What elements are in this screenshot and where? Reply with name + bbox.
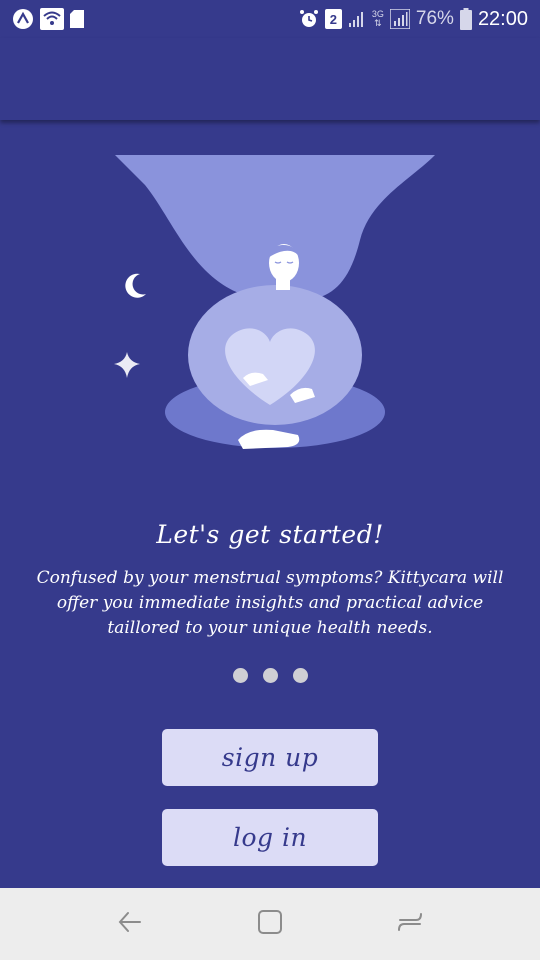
page-indicator [0,668,540,683]
wifi-icon [40,8,64,30]
onboarding-title: Let's get started! [156,520,384,549]
app-a-icon [12,8,34,30]
network-type-label: 3G [371,9,384,19]
home-button[interactable] [240,894,300,954]
back-button[interactable] [100,894,160,954]
battery-percentage: 76% [415,8,454,29]
data-arrows-icon: ⇅ [374,19,382,29]
signal-icon [348,10,366,28]
recents-icon [396,908,424,940]
back-icon [116,908,144,940]
app-bar [0,38,540,120]
battery-icon [459,8,472,30]
status-bar-left [12,8,84,30]
signal-icon [389,9,410,29]
sign-up-button[interactable]: sign up [162,729,378,786]
page-indicator-dot[interactable] [232,668,248,683]
status-bar: 2 3G ⇅ 76% 22:00 [0,0,540,38]
sd-card-icon [70,10,84,28]
onboarding-description: Confused by your menstrual symptoms? Kit… [36,568,504,638]
network-type-indicator: 3G ⇅ [372,9,384,29]
recents-button[interactable] [380,894,440,954]
status-bar-right: 2 3G ⇅ 76% 22:00 [299,8,528,31]
page-indicator-dot[interactable] [262,668,278,683]
system-navigation-bar [0,888,540,960]
clock: 22:00 [477,7,528,30]
log-in-button[interactable]: log in [162,809,378,866]
meditating-woman-heart-illustration [110,150,440,455]
home-icon [256,908,284,940]
alarm-icon [299,9,319,29]
sim-number: 2 [329,11,337,27]
sim-2-icon: 2 [324,9,342,29]
page-indicator-dot[interactable] [292,668,308,683]
